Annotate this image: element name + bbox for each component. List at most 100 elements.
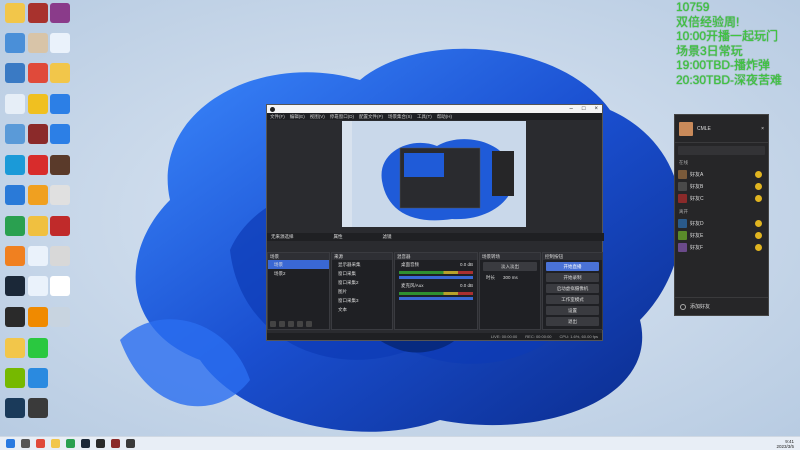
search-icon[interactable] bbox=[21, 439, 30, 448]
add-icon[interactable] bbox=[270, 321, 276, 327]
filters-button[interactable]: 滤镜 bbox=[383, 234, 392, 240]
duration-value[interactable]: 300 ms bbox=[503, 275, 518, 280]
friend-item[interactable]: 好友D bbox=[675, 217, 768, 229]
friend-item[interactable]: 好友E bbox=[675, 229, 768, 241]
steam-icon[interactable] bbox=[81, 439, 90, 448]
steam-icon[interactable] bbox=[5, 276, 25, 296]
play-icon[interactable] bbox=[50, 33, 70, 53]
virtual-camera-button[interactable]: 启动虚拟摄像机 bbox=[546, 284, 599, 293]
app-icon[interactable] bbox=[50, 216, 70, 236]
explorer-icon[interactable] bbox=[51, 439, 60, 448]
friend-item[interactable]: 好友C bbox=[675, 192, 768, 204]
app-icon[interactable] bbox=[50, 185, 70, 205]
source-item[interactable]: 显示器采集 bbox=[332, 260, 392, 269]
menu-scene-collection[interactable]: 场景集合(S) bbox=[388, 114, 412, 120]
app-icon[interactable] bbox=[50, 155, 70, 175]
folder-icon[interactable] bbox=[5, 3, 25, 23]
app-icon[interactable] bbox=[28, 124, 48, 144]
start-icon[interactable] bbox=[6, 439, 15, 448]
scene-item[interactable]: 场景 bbox=[268, 260, 329, 269]
vlc-icon[interactable] bbox=[28, 307, 48, 327]
document-icon[interactable] bbox=[50, 276, 70, 296]
friend-item[interactable]: 好友A bbox=[675, 168, 768, 180]
scene-item[interactable]: 场景2 bbox=[268, 269, 329, 278]
menu-tools[interactable]: 工具(T) bbox=[417, 114, 432, 120]
app-icon[interactable] bbox=[28, 94, 48, 114]
app-icon[interactable] bbox=[5, 398, 25, 418]
add-friend-label[interactable]: 添加好友 bbox=[690, 303, 710, 310]
app-icon[interactable] bbox=[28, 33, 48, 53]
volume-slider[interactable] bbox=[399, 276, 473, 279]
app-icon[interactable] bbox=[50, 246, 70, 266]
friend-item[interactable]: 好友F bbox=[675, 241, 768, 253]
maximize-icon[interactable]: □ bbox=[582, 106, 586, 112]
volume-slider[interactable] bbox=[399, 297, 473, 300]
archive-icon[interactable] bbox=[50, 3, 70, 23]
play-icon[interactable] bbox=[28, 246, 48, 266]
up-icon[interactable] bbox=[297, 321, 303, 327]
menu-edit[interactable]: 编辑(E) bbox=[290, 114, 305, 120]
app-icon[interactable] bbox=[126, 439, 135, 448]
app-icon[interactable] bbox=[5, 216, 25, 236]
filter-icon[interactable] bbox=[288, 321, 294, 327]
source-item[interactable]: 窗口采集2 bbox=[332, 278, 392, 287]
archive-icon[interactable] bbox=[28, 3, 48, 23]
source-item[interactable]: 窗口采集 bbox=[332, 269, 392, 278]
recycle-bin-icon[interactable] bbox=[5, 94, 25, 114]
down-icon[interactable] bbox=[306, 321, 312, 327]
minimize-icon[interactable]: – bbox=[570, 106, 573, 112]
folder-icon[interactable] bbox=[50, 63, 70, 83]
edge-icon[interactable] bbox=[5, 155, 25, 175]
nvidia-icon[interactable] bbox=[5, 368, 25, 388]
app-icon[interactable] bbox=[5, 246, 25, 266]
app-icon[interactable] bbox=[28, 185, 48, 205]
obs-preview[interactable] bbox=[342, 121, 526, 227]
friend-search-input[interactable] bbox=[678, 146, 765, 155]
menu-profile[interactable]: 配置文件(P) bbox=[359, 114, 383, 120]
chrome-icon[interactable] bbox=[28, 63, 48, 83]
obs-icon[interactable] bbox=[5, 307, 25, 327]
close-icon[interactable]: × bbox=[761, 126, 764, 132]
netease-icon[interactable] bbox=[28, 155, 48, 175]
transition-select[interactable]: 淡入淡出 bbox=[483, 262, 537, 271]
network-icon[interactable] bbox=[5, 63, 25, 83]
source-item[interactable]: 窗口采集3 bbox=[332, 296, 392, 305]
properties-button[interactable]: 属性 bbox=[334, 234, 343, 240]
play-icon[interactable] bbox=[28, 276, 48, 296]
friend-item[interactable]: 好友B bbox=[675, 180, 768, 192]
menu-file[interactable]: 文件(F) bbox=[270, 114, 285, 120]
friends-chat-window[interactable]: CMLE × 在线 好友A 好友B 好友C 离开 好友D 好友E 好友F 添加好… bbox=[674, 114, 769, 316]
obs-window[interactable]: – □ × 文件(F) 编辑(E) 视图(V) 停靠窗口(D) 配置文件(P) … bbox=[266, 104, 604, 341]
app-icon[interactable] bbox=[50, 307, 70, 327]
menu-help[interactable]: 帮助(H) bbox=[437, 114, 452, 120]
source-item[interactable]: 图片 bbox=[332, 287, 392, 296]
start-recording-button[interactable]: 开始录制 bbox=[546, 273, 599, 282]
settings-button[interactable]: 设置 bbox=[546, 306, 599, 315]
folder-icon[interactable] bbox=[5, 338, 25, 358]
app-icon[interactable] bbox=[28, 398, 48, 418]
obs-icon[interactable] bbox=[96, 439, 105, 448]
menu-docks[interactable]: 停靠窗口(D) bbox=[330, 114, 354, 120]
menu-view[interactable]: 视图(V) bbox=[310, 114, 325, 120]
studio-mode-button[interactable]: 工作室模式 bbox=[546, 295, 599, 304]
group-online-header[interactable]: 在线 bbox=[675, 158, 768, 168]
wechat-icon[interactable] bbox=[28, 338, 48, 358]
close-icon[interactable]: × bbox=[594, 106, 598, 112]
app-icon[interactable] bbox=[5, 185, 25, 205]
app-icon[interactable] bbox=[28, 368, 48, 388]
chrome-icon[interactable] bbox=[36, 439, 45, 448]
obs-titlebar[interactable]: – □ × bbox=[267, 105, 602, 113]
pc-icon[interactable] bbox=[5, 124, 25, 144]
add-friend-icon[interactable] bbox=[680, 303, 686, 310]
start-streaming-button[interactable]: 开始直播 bbox=[546, 262, 599, 271]
system-clock[interactable]: 9:41 2023/3/5 bbox=[776, 439, 794, 449]
monitor-icon[interactable] bbox=[5, 33, 25, 53]
app-icon[interactable] bbox=[66, 439, 75, 448]
exit-button[interactable]: 退出 bbox=[546, 317, 599, 326]
app-icon[interactable] bbox=[111, 439, 120, 448]
messenger-icon[interactable] bbox=[50, 124, 70, 144]
app-icon[interactable] bbox=[28, 216, 48, 236]
messenger-icon[interactable] bbox=[50, 94, 70, 114]
avatar[interactable] bbox=[679, 121, 693, 136]
remove-icon[interactable] bbox=[279, 321, 285, 327]
